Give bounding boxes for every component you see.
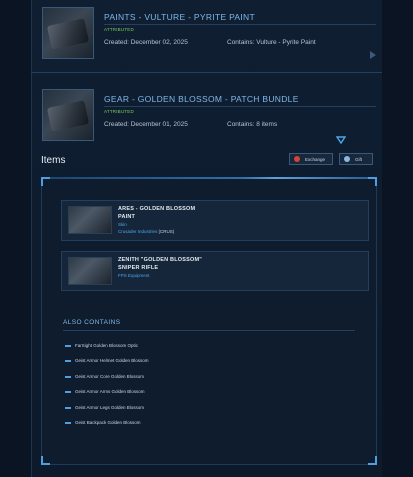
- item-thumbnail: [68, 257, 112, 285]
- pledge-thumbnail: [42, 7, 94, 59]
- corner-bracket-icon: [367, 177, 377, 187]
- exchange-label: Exchange: [305, 156, 326, 162]
- item-manufacturer: Crusader Industries (CRUS): [118, 229, 174, 234]
- item-thumbnail: [68, 206, 112, 234]
- chevron-down-icon[interactable]: [335, 132, 347, 145]
- manufacturer-name: Crusader Industries: [118, 229, 158, 234]
- bullet-icon: [65, 421, 71, 424]
- pledge-contains: Contains: 8 items: [227, 121, 278, 128]
- list-item: FarSight Golden Blossom Optic: [65, 343, 138, 348]
- list-item: Geist Armor Legs Golden Blossom: [65, 405, 144, 410]
- corner-bracket-icon: [367, 455, 377, 465]
- pledge-contains: Contains: Vulture - Pyrite Paint: [227, 39, 316, 46]
- item-name-line2: SNIPER RIFLE: [118, 265, 159, 271]
- divider: [104, 106, 376, 107]
- item-card-ares-paint[interactable]: ARES - GOLDEN BLOSSOM PAINT Skin Crusade…: [61, 200, 369, 241]
- item-name: ARES - GOLDEN BLOSSOM: [118, 206, 196, 212]
- list-item-label: Geist Armor Helmet Golden Blossom: [75, 358, 149, 363]
- page-background-left: [0, 0, 31, 477]
- corner-bracket-icon: [41, 177, 51, 187]
- pledge-created-date: Created: December 01, 2025: [104, 121, 188, 128]
- gift-button[interactable]: Gift: [339, 153, 373, 165]
- item-type: Skin: [118, 222, 127, 227]
- bullet-icon: [65, 375, 71, 378]
- pledge-title: PAINTS - VULTURE - PYRITE PAINT: [104, 12, 255, 22]
- bullet-icon: [65, 390, 71, 393]
- list-item-label: FarSight Golden Blossom Optic: [75, 343, 139, 348]
- item-name-line2: PAINT: [118, 214, 136, 220]
- gift-label: Gift: [355, 156, 363, 162]
- list-item-label: Geist Armor Legs Golden Blossom: [75, 405, 145, 410]
- pledge-row-vulture-paint[interactable]: PAINTS - VULTURE - PYRITE PAINT ATTRIBUT…: [31, 0, 382, 73]
- item-type: FPS Equipment: [118, 273, 150, 278]
- list-item: Geist Armor Arms Golden Blossom: [65, 389, 145, 394]
- exchange-icon: [294, 156, 300, 162]
- gift-icon: [344, 156, 350, 162]
- item-card-zenith-rifle[interactable]: ZENITH "GOLDEN BLOSSOM" SNIPER RIFLE FPS…: [61, 251, 369, 291]
- pledge-title: GEAR - GOLDEN BLOSSOM - PATCH BUNDLE: [104, 94, 299, 104]
- panel-top-bar: [42, 177, 376, 179]
- corner-bracket-icon: [41, 455, 51, 465]
- bullet-icon: [65, 344, 71, 347]
- item-name: ZENITH "GOLDEN BLOSSOM": [118, 257, 203, 263]
- list-item: Geist Backpack Golden Blossom: [65, 420, 141, 425]
- pledge-created-date: Created: December 02, 2025: [104, 39, 188, 46]
- list-item-label: Geist Armor Arms Golden Blossom: [75, 389, 145, 394]
- chevron-right-icon[interactable]: [370, 51, 376, 59]
- divider: [104, 24, 376, 25]
- also-contains-heading: ALSO CONTAINS: [63, 319, 121, 326]
- list-item: Geist Armor Helmet Golden Blossom: [65, 358, 149, 363]
- items-heading: Items: [41, 155, 66, 166]
- bullet-icon: [65, 406, 71, 409]
- bullet-icon: [65, 359, 71, 362]
- page-background-right: [382, 0, 413, 477]
- list-item-label: Geist Backpack Golden Blossom: [75, 420, 141, 425]
- exchange-button[interactable]: Exchange: [289, 153, 333, 165]
- list-item: Geist Armor Core Golden Blossom: [65, 374, 144, 379]
- manufacturer-code: (CRUS): [158, 229, 175, 234]
- pledge-thumbnail: [42, 89, 94, 141]
- list-item-label: Geist Armor Core Golden Blossom: [75, 374, 145, 379]
- divider: [63, 330, 355, 331]
- status-badge: ATTRIBUTED: [104, 109, 134, 114]
- pledge-row-golden-blossom[interactable]: GEAR - GOLDEN BLOSSOM - PATCH BUNDLE ATT…: [31, 80, 382, 150]
- status-badge: ATTRIBUTED: [104, 27, 134, 32]
